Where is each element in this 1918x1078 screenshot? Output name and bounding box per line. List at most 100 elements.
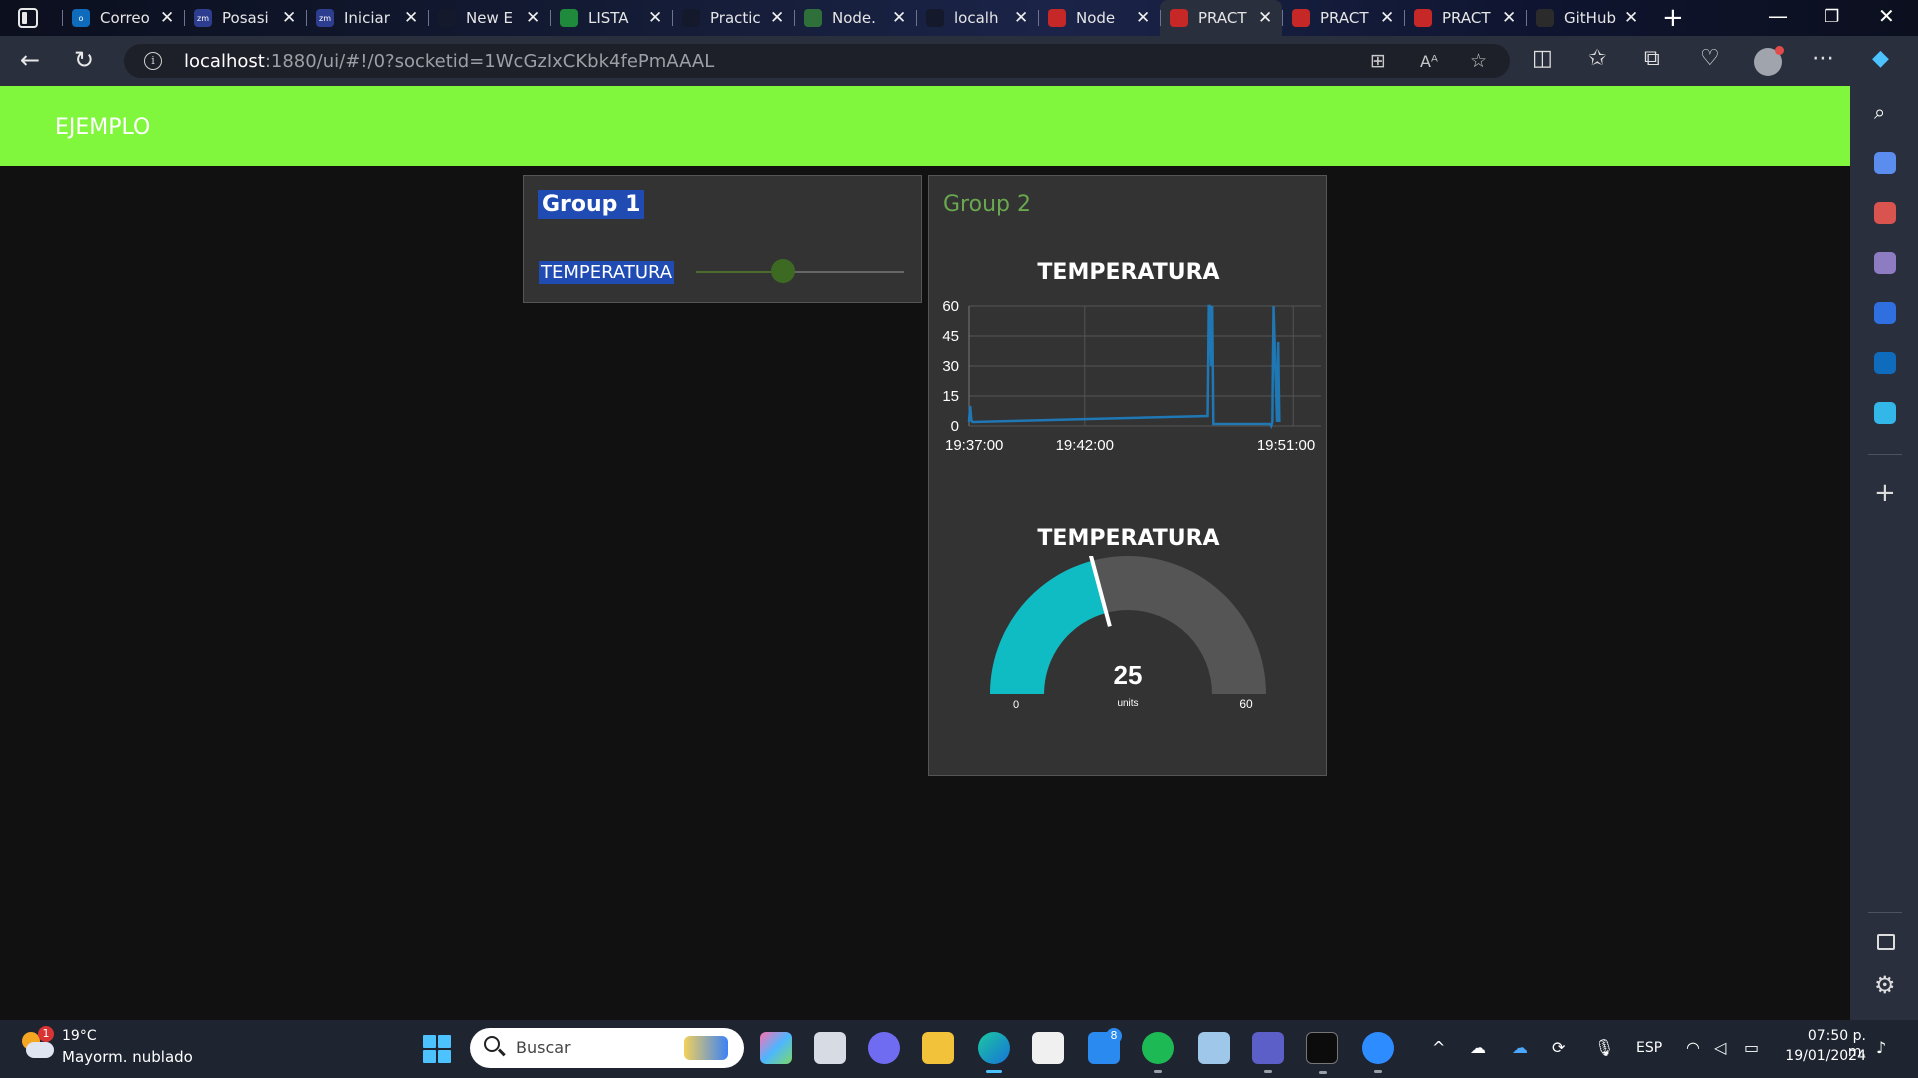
favorites-icon[interactable]: ✩ [1588,46,1606,71]
browser-tab[interactable]: PRACT ✕ [1160,0,1282,36]
tab-favicon-icon: o [72,9,90,27]
chat-app-icon[interactable] [868,1032,900,1064]
tab-close-icon[interactable]: ✕ [770,8,784,28]
group-2-card: Group 2 TEMPERATURA 0 15 30 45 60 19:37:00 19:… [928,175,1327,776]
url-path: :1880/ui/#!/0?socketid=1WcGzIxCKbk4fePmA… [264,51,715,72]
sidebar-games-icon[interactable] [1874,252,1896,274]
taskbar-search[interactable]: Buscar [470,1028,744,1068]
sidebar-copilot-icon[interactable] [1874,302,1896,324]
start-button[interactable] [423,1035,451,1063]
browser-tab[interactable]: Practic ✕ [672,0,794,36]
tab-favicon-icon: zm [316,9,334,27]
tab-close-icon[interactable]: ✕ [1258,8,1272,28]
tab-close-icon[interactable]: ✕ [404,8,418,28]
tab-title: PRACT [1442,9,1491,27]
sidebar-tools-icon[interactable] [1874,202,1896,224]
split-screen-icon[interactable]: ◫ [1532,46,1553,71]
task-view-icon[interactable] [814,1032,846,1064]
zoom-app-icon[interactable] [1362,1032,1394,1073]
battery-icon[interactable]: ▭ [1744,1038,1759,1057]
refresh-icon[interactable]: ↻ [74,46,94,74]
volume-icon[interactable]: ◁ [1714,1038,1726,1057]
temperature-line-chart: 0 15 30 45 60 19:37:00 19:42:00 19:51:00 [942,298,1321,454]
photos-app-icon[interactable] [1198,1032,1230,1064]
windows-taskbar: 1 19°C Mayorm. nublado Buscar 8 ^ ☁ ☁ ⟳ … [0,1020,1918,1078]
restore-icon[interactable]: ❐ [1824,7,1839,27]
tab-close-icon[interactable]: ✕ [1624,8,1638,28]
cloud-error-icon[interactable]: ☁ [1470,1038,1486,1057]
slider-thumb[interactable] [770,259,795,283]
settings-more-icon[interactable]: ⋯ [1812,46,1834,71]
browser-tab[interactable]: zm Posasi ✕ [184,0,306,36]
weather-temperature[interactable]: 19°C [62,1028,97,1044]
y-tick-label: 15 [942,388,959,405]
tab-title: LISTA [588,9,629,27]
temperature-slider[interactable] [696,259,904,283]
tab-title: PRACT [1198,9,1247,27]
browser-tab[interactable]: LISTA ✕ [550,0,672,36]
copilot-app-icon[interactable] [760,1032,792,1064]
tab-close-icon[interactable]: ✕ [1380,8,1394,28]
tab-close-icon[interactable]: ✕ [160,8,174,28]
y-tick-label: 45 [942,328,959,345]
sidebar-settings-icon[interactable]: ⚙ [1874,971,1896,999]
browser-tab[interactable]: o Correo ✕ [62,0,184,36]
tab-actions-icon[interactable] [18,8,38,28]
profile-avatar[interactable] [1754,46,1784,76]
copilot-icon[interactable]: ◆ [1872,46,1889,71]
weather-description[interactable]: Mayorm. nublado [62,1048,193,1066]
address-bar[interactable]: i localhost:1880/ui/#!/0?socketid=1WcGzI… [124,44,1510,78]
browser-tab[interactable]: GitHub ✕ [1526,0,1648,36]
teams-app-icon[interactable] [1252,1032,1284,1073]
new-tab-icon[interactable]: + [1662,3,1684,33]
tab-close-icon[interactable]: ✕ [892,8,906,28]
tab-close-icon[interactable]: ✕ [1502,8,1516,28]
onedrive-icon[interactable]: ☁ [1512,1038,1528,1057]
edge-app-icon[interactable] [978,1032,1010,1073]
sidebar-search-icon[interactable]: ⌕ [1874,100,1885,124]
site-info-icon[interactable]: i [144,52,162,70]
browser-tab[interactable]: Node ✕ [1038,0,1160,36]
browser-tab[interactable]: PRACT ✕ [1404,0,1526,36]
language-indicator[interactable]: ESP [1636,1040,1662,1056]
favorite-star-icon[interactable]: ☆ [1470,50,1487,72]
url-text[interactable]: localhost:1880/ui/#!/0?socketid=1WcGzIxC… [184,51,714,72]
browser-essentials-icon[interactable]: ♡ [1700,46,1720,71]
wifi-icon[interactable]: ◠ [1686,1038,1700,1057]
file-explorer-icon[interactable] [922,1032,954,1064]
microphone-icon[interactable]: 🎙 [1594,1038,1614,1057]
tab-close-icon[interactable]: ✕ [526,8,540,28]
tab-close-icon[interactable]: ✕ [648,8,662,28]
sync-icon[interactable]: ⟳ [1552,1038,1565,1057]
back-icon[interactable]: ← [20,46,40,74]
read-aloud-icon[interactable]: Aᴬ [1420,52,1438,71]
tray-overflow-icon[interactable]: ^ [1432,1038,1445,1057]
tab-favicon-icon [1292,9,1310,27]
collections-icon[interactable]: ⧉ [1644,46,1660,71]
minimize-icon[interactable]: — [1768,4,1788,28]
sidebar-shopping-icon[interactable] [1874,152,1896,174]
tab-close-icon[interactable]: ✕ [1014,8,1028,28]
search-placeholder: Buscar [516,1038,571,1057]
sidebar-add-icon[interactable]: + [1874,478,1896,508]
app-available-icon[interactable]: ⊞ [1370,50,1386,72]
close-window-icon[interactable]: ✕ [1878,4,1895,28]
browser-tab[interactable]: New E ✕ [428,0,550,36]
browser-tab[interactable]: Node. ✕ [794,0,916,36]
sidebar-outlook-icon[interactable] [1874,352,1896,374]
tab-close-icon[interactable]: ✕ [1136,8,1150,28]
spotify-app-icon[interactable] [1142,1032,1174,1073]
browser-tab[interactable]: localh ✕ [916,0,1038,36]
notification-icon[interactable]: ♪ [1876,1038,1886,1057]
gauge-value: 25 [1114,660,1143,690]
sidebar-panel-icon[interactable] [1877,934,1895,950]
terminal-app-icon[interactable] [1306,1032,1338,1074]
store-app-icon[interactable] [1032,1032,1064,1064]
browser-tab[interactable]: PRACT ✕ [1282,0,1404,36]
browser-tab[interactable]: zm Iniciar ✕ [306,0,428,36]
sidebar-telegram-icon[interactable] [1874,402,1896,424]
dashboard-header: EJEMPLO [0,86,1850,166]
y-tick-label: 60 [942,298,959,315]
tab-close-icon[interactable]: ✕ [282,8,296,28]
clock-date[interactable]: 19/01/2024 [1780,1048,1866,1064]
